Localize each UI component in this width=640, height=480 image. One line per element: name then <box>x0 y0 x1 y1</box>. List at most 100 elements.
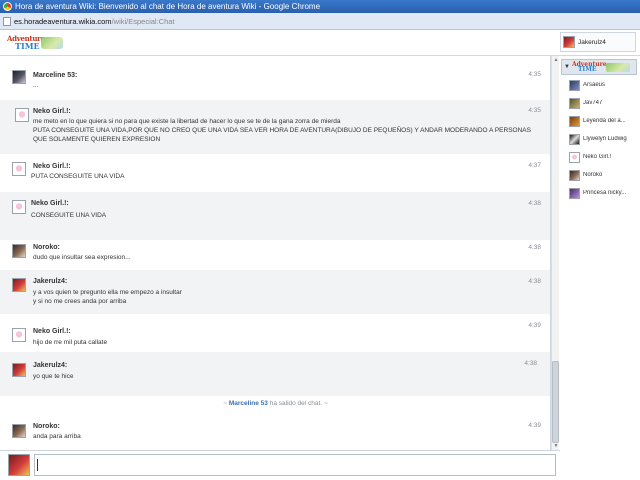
user-list-item[interactable]: Llywelyn Ludwig <box>569 132 639 146</box>
status-suffix: ~ <box>323 400 328 407</box>
user-name: Llywelyn Ludwig <box>583 136 627 142</box>
status-user[interactable]: Marceline 53 <box>229 400 268 407</box>
wiki-room-header[interactable]: ▼ Adventure TIME <box>561 59 637 75</box>
message-line: yo que te hice <box>33 373 74 380</box>
page-icon <box>3 16 11 26</box>
noroko-avatar <box>569 169 580 181</box>
message-text: PUTA CONSEGUITE UNA VIDA <box>31 172 531 181</box>
window-titlebar: Hora de aventura Wiki: Bienvenido al cha… <box>0 0 640 13</box>
address-bar[interactable]: es.horadeaventura.wikia.com/wiki/Especia… <box>0 13 640 30</box>
user-list-item[interactable]: Jav747 <box>569 96 639 110</box>
neko-avatar[interactable] <box>12 200 26 214</box>
message-author[interactable]: Neko Girl.!: <box>33 328 71 335</box>
neko-avatar[interactable] <box>12 328 26 342</box>
user-name: Princesa nicky... <box>583 190 627 196</box>
message-author[interactable]: Jakerulz4: <box>33 278 67 285</box>
chat-message: Jakerulz4: 4:38 yo que te hice <box>0 352 550 396</box>
current-user-avatar <box>563 36 575 48</box>
url-domain: es.horadeaventura.wikia.com <box>14 16 112 26</box>
message-line: hijo de rre mil puta callate <box>33 339 108 346</box>
message-line: PUTA CONSEGUITE UNA VIDA <box>31 173 125 180</box>
message-time: 4:37 <box>528 162 541 169</box>
collapse-triangle-icon[interactable]: ▼ <box>564 64 570 70</box>
neko-avatar[interactable] <box>15 108 29 122</box>
noroko-avatar[interactable] <box>12 424 26 438</box>
marceline-avatar[interactable] <box>12 70 26 84</box>
url-path: /wiki/Especial:Chat <box>111 16 175 26</box>
message-time: 4:38 <box>528 278 541 285</box>
message-line: ... <box>33 82 39 89</box>
chat-scrollbar[interactable]: ▲ ▼ <box>551 56 559 450</box>
message-line: y si no me crees anda por arriba <box>33 298 127 305</box>
message-author[interactable]: Jakerulz4: <box>33 362 67 369</box>
arsaeus-avatar <box>569 79 580 91</box>
princesa-avatar <box>569 187 580 199</box>
chat-message: Jakerulz4: 4:38 y a vos quien te pregunt… <box>0 270 550 314</box>
message-author[interactable]: Marceline 53: <box>33 72 77 79</box>
chat-message: Neko Girl.!: 4:39 hijo de rre mil puta c… <box>0 314 550 352</box>
chrome-icon <box>3 2 12 11</box>
user-name: Leyenda del a... <box>583 118 626 124</box>
noroko-avatar[interactable] <box>12 244 26 258</box>
message-line: PUTA CONSEGUITE UNA VIDA,POR QUE NO CREO… <box>33 127 531 134</box>
user-list-item[interactable]: Arsaeus <box>569 78 639 92</box>
current-user-box[interactable]: Jakerulz4 <box>560 32 636 52</box>
wiki-logo[interactable]: Adventure TIME <box>7 34 65 51</box>
message-time: 4:38 <box>524 360 537 367</box>
message-author[interactable]: Neko Girl.!: <box>31 200 69 207</box>
message-author[interactable]: Neko Girl.!: <box>33 108 71 115</box>
message-text: anda para arriba <box>33 432 533 441</box>
jav-avatar <box>569 97 580 109</box>
user-name: Neko Girl.! <box>583 154 612 160</box>
message-line: dudo que insultar sea expresion... <box>33 254 131 261</box>
message-time: 4:35 <box>528 71 541 78</box>
url-text[interactable]: es.horadeaventura.wikia.com/wiki/Especia… <box>14 17 175 26</box>
neko-avatar <box>569 151 580 163</box>
message-text: me meto en lo que quiera si no para que … <box>33 117 533 144</box>
status-prefix: ~ <box>223 400 228 407</box>
user-name: Jav747 <box>583 100 603 106</box>
message-input[interactable] <box>34 454 556 476</box>
message-author[interactable]: Neko Girl.!: <box>33 163 71 170</box>
chat-header: Adventure TIME Jakerulz4 <box>0 30 640 56</box>
message-line: CONSEGUITE UNA VIDA <box>31 212 107 219</box>
message-author[interactable]: Noroko: <box>33 244 60 251</box>
chat-message: Noroko: 4:39 anda para arriba <box>0 412 550 450</box>
mini-logo-line2: TIME <box>577 66 597 73</box>
chat-message: Marceline 53: 4:35 ... <box>0 64 550 100</box>
logo-line2: TIME <box>15 41 40 51</box>
message-text: hijo de rre mil puta callate <box>33 338 533 347</box>
message-time: 4:38 <box>528 200 541 207</box>
composer-avatar <box>8 454 30 476</box>
message-line: me meto en lo que quiera si no para que … <box>33 118 341 125</box>
mini-logo-art <box>605 63 630 72</box>
chat-message: Noroko: 4:38 dudo que insultar sea expre… <box>0 240 550 270</box>
message-time: 4:38 <box>528 244 541 251</box>
composer-bar <box>0 450 560 480</box>
message-text: yo que te hice <box>33 372 533 381</box>
user-list-item[interactable]: Leyenda del a... <box>569 114 639 128</box>
message-text: dudo que insultar sea expresion... <box>33 253 533 262</box>
scroll-down-icon[interactable]: ▼ <box>553 443 559 449</box>
llywelyn-avatar <box>569 133 580 145</box>
chat-message: Neko Girl.!: 4:38 CONSEGUITE UNA VIDA <box>0 192 550 240</box>
neko-avatar[interactable] <box>12 162 26 176</box>
user-list-item[interactable]: Princesa nicky... <box>569 186 639 200</box>
current-user-name: Jakerulz4 <box>578 38 606 46</box>
wiki-mini-logo: Adventure TIME <box>572 61 632 73</box>
message-author[interactable]: Noroko: <box>33 423 60 430</box>
user-list-item[interactable]: Neko Girl.! <box>569 150 639 164</box>
jake-avatar[interactable] <box>12 363 26 377</box>
leyenda-avatar <box>569 115 580 127</box>
user-list: ▼ Adventure TIME Arsaeus Jav747 Leyenda … <box>560 56 640 480</box>
message-time: 4:35 <box>528 107 541 114</box>
jake-avatar[interactable] <box>12 278 26 292</box>
scrollbar-thumb[interactable] <box>552 361 559 443</box>
message-time: 4:39 <box>528 422 541 429</box>
user-list-item[interactable]: Noroko <box>569 168 639 182</box>
chat-message: Neko Girl.!: 4:37 PUTA CONSEGUITE UNA VI… <box>0 154 550 192</box>
logo-art <box>41 37 63 49</box>
chat-status-line: ~ Marceline 53 ha salido del chat. ~ <box>0 400 550 407</box>
window-title: Hora de aventura Wiki: Bienvenido al cha… <box>15 2 321 11</box>
scroll-up-icon[interactable]: ▲ <box>553 57 559 63</box>
